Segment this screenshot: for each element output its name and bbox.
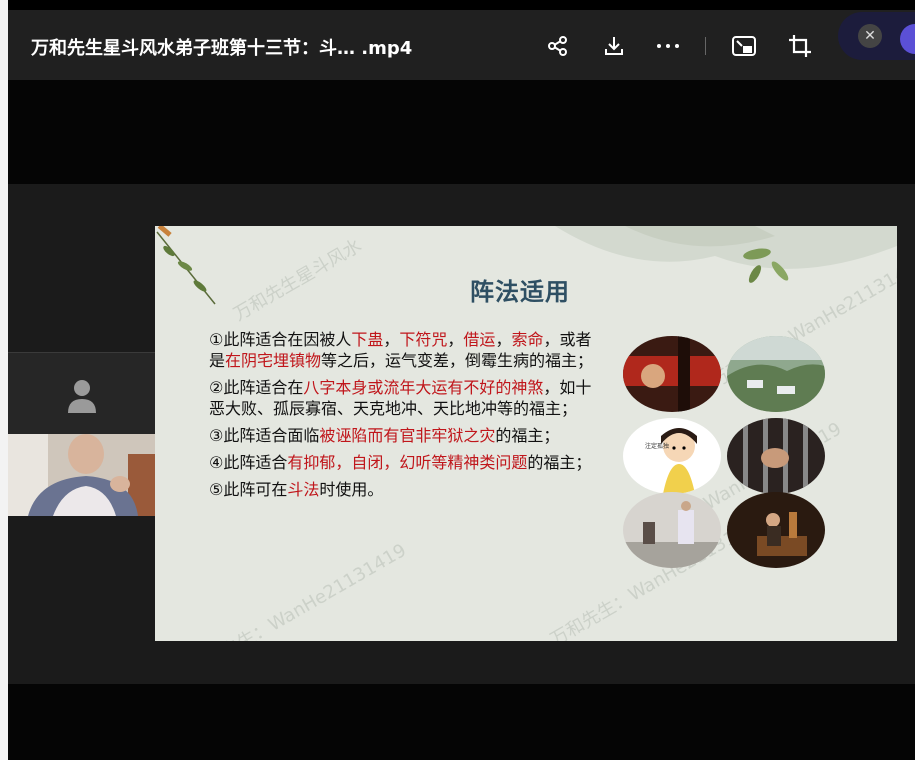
participant-tile: [8, 352, 155, 435]
highlighted-text: 下蛊: [351, 330, 384, 349]
ritual-scene-photo: [623, 336, 721, 412]
slide-bullet-item: ②此阵适合在八字本身或流年大运有不好的神煞，如十恶大败、孤辰寡宿、天克地冲、天比…: [209, 377, 599, 419]
slide-bullet-item: ③此阵适合面临被诬陷而有官非牢狱之灾的福主；: [209, 425, 599, 446]
highlighted-text: 借运: [463, 330, 496, 349]
slide-bullet-item: ⑤此阵可在斗法时使用。: [209, 479, 599, 500]
highlighted-text: 索命: [511, 330, 544, 349]
bullet-text: ⑤此阵可在: [209, 480, 288, 499]
bullet-text: ①此阵适合在因被人: [209, 330, 352, 349]
bullet-text: ②此阵适合在: [209, 378, 304, 397]
slide-title: 阵法适用: [470, 278, 570, 306]
background-window-strip: [0, 0, 8, 760]
bullet-text: 等之后，运气变差，倒霉生病的福主；: [321, 351, 594, 370]
cartoon-girl-photo: 注定孤独: [623, 418, 721, 494]
incense-ceremony-photo: [727, 492, 825, 568]
bullet-text: 时使用。: [319, 480, 384, 499]
svg-text:注定孤独: 注定孤独: [645, 442, 669, 450]
user-avatar-icon: [68, 380, 96, 413]
crop-icon[interactable]: [786, 32, 814, 60]
presenter-video-icon: [8, 434, 155, 516]
presentation-slide: 万和先生星斗风水 万和先生：WanHe2113141 9 万和先生：WanHe2…: [155, 226, 897, 641]
highlighted-text: 八字本身或流年大运有不好的神煞: [303, 378, 544, 397]
bullet-text: ④此阵适合: [209, 453, 288, 472]
bullet-text: ，: [495, 330, 512, 349]
bullet-text: 的福主；: [527, 453, 592, 472]
hospital-room-photo: [623, 492, 721, 568]
video-letterbox-bottom: [8, 684, 915, 760]
bullet-text: ，: [447, 330, 464, 349]
presenter-camera: [8, 434, 155, 516]
download-icon[interactable]: [600, 32, 628, 60]
highlighted-text: 被诬陷而有官非牢狱之灾: [319, 426, 496, 445]
highlighted-text: 下符咒: [399, 330, 448, 349]
video-title: 万和先生星斗风水弟子班第十三节：斗… .mp4: [31, 38, 413, 59]
highlighted-text: 斗法: [287, 480, 320, 499]
bullet-text: ，: [383, 330, 400, 349]
bullet-text: ③此阵适合面临: [209, 426, 320, 445]
media-viewer-titlebar: 万和先生星斗风水弟子班第十三节：斗… .mp4: [8, 10, 915, 80]
prison-bars-photo: [727, 418, 825, 494]
slide-bullet-item: ①此阵适合在因被人下蛊，下符咒，借运，索命，或者是在阴宅埋镇物等之后，运气变差，…: [209, 329, 599, 371]
highlighted-text: 有抑郁，自闭，幻听等精神类问题: [287, 453, 528, 472]
slide-bullet-list: ①此阵适合在因被人下蛊，下符咒，借运，索命，或者是在阴宅埋镇物等之后，运气变差，…: [209, 329, 599, 506]
share-icon[interactable]: [544, 32, 572, 60]
bullet-text: 的福主；: [495, 426, 560, 445]
picture-in-picture-icon[interactable]: [730, 32, 758, 60]
slide-bullet-item: ④此阵适合有抑郁，自闭，幻听等精神类问题的福主；: [209, 452, 599, 473]
close-button[interactable]: ✕: [858, 24, 882, 48]
video-letterbox-top: [8, 80, 915, 184]
highlighted-text: 在阴宅埋镇物: [225, 351, 322, 370]
more-icon[interactable]: [654, 32, 682, 60]
mountain-village-photo: [727, 336, 825, 412]
toolbar-divider: [705, 37, 706, 55]
